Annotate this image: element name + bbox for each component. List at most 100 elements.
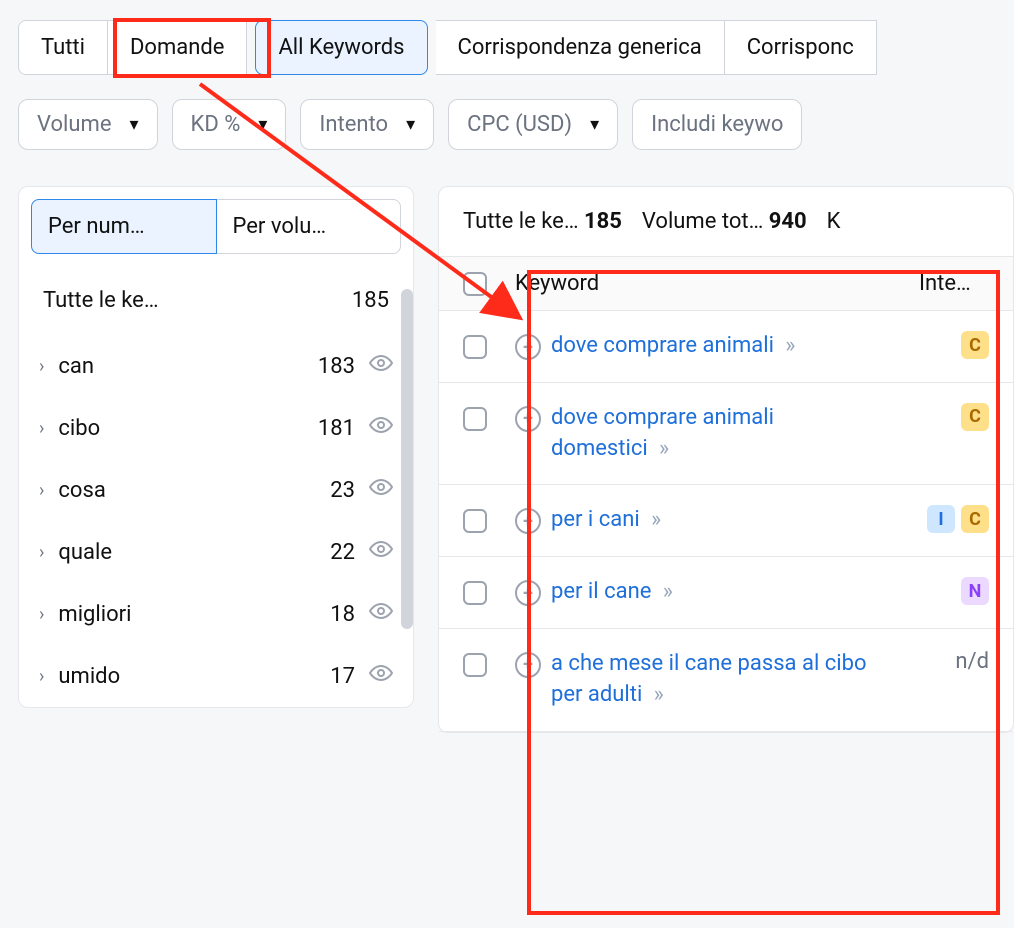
row-checkbox[interactable] [463,653,487,677]
group-term: quale [58,540,330,565]
column-keyword[interactable]: Keyword [515,271,919,296]
tab-domande[interactable]: Domande [108,20,247,75]
group-sort-tabs: Per num… Per volu… [19,187,413,266]
group-term: migliori [58,602,330,627]
keyword-link[interactable]: dove comprare animali domestici ›› [551,403,871,465]
group-count: 17 [330,664,355,689]
group-item[interactable]: ›quale22 [19,521,413,583]
column-intent[interactable]: Inte… [919,271,989,296]
eye-icon[interactable] [369,413,393,443]
keyword-link[interactable]: per il cane ›› [551,577,670,608]
chevron-right-icon: › [39,542,44,563]
chevrons-icon: ›› [651,507,658,532]
group-item[interactable]: › migliori18 [19,583,413,645]
intent-badge-c: C [961,505,989,533]
group-count: 18 [330,602,355,627]
intent-badge-n: N [961,577,989,605]
add-keyword-button[interactable]: + [515,334,541,360]
tab-match-2[interactable]: Corrisponc [725,20,877,75]
summary-volume-value: 940 [769,209,807,234]
group-tab-by-number[interactable]: Per num… [31,199,217,254]
eye-icon[interactable] [369,537,393,567]
keyword-group-list: ›can183›cibo181›cosa23›quale22›migliori1… [19,335,413,707]
keywords-table-panel: Tutte le ke… 185 Volume tot… 940 K Keywo… [438,186,1014,733]
table-row: + per il cane ›› N [439,557,1013,629]
filter-cpc-label: CPC (USD) [467,112,572,137]
keyword-link[interactable]: a che mese il cane passa al cibo per adu… [551,649,871,711]
intent-badge-i: I [927,505,955,533]
main-content: Per num… Per volu… Tutte le ke… 185 › can… [0,168,1014,733]
group-term: cosa [58,478,330,503]
add-keyword-button[interactable]: + [515,508,541,534]
eye-icon[interactable] [369,661,393,691]
chevron-right-icon: › [39,666,44,687]
filter-include-keywords[interactable]: Includi keywo [632,99,802,150]
chevrons-icon: ›› [663,579,670,604]
eye-icon[interactable] [369,599,393,629]
chevron-right-icon: › [39,604,44,625]
eye-icon[interactable] [369,475,393,505]
group-item[interactable]: › umido17 [19,645,413,707]
intent-badge-c: C [961,331,989,359]
add-keyword-button[interactable]: + [515,406,541,432]
group-item[interactable]: › can183 [19,335,413,397]
group-count: 183 [318,354,355,379]
summary-volume-label: Volume tot… [642,209,763,234]
row-checkbox[interactable] [463,335,487,359]
group-term: can [58,354,318,379]
row-checkbox[interactable] [463,581,487,605]
chevron-down-icon: ▾ [130,114,139,135]
add-keyword-button[interactable]: + [515,652,541,678]
tab-tutti[interactable]: Tutti [18,20,108,75]
filter-include-label: Includi keywo [651,112,783,137]
keyword-groups-panel: Per num… Per volu… Tutte le ke… 185 ›can… [18,186,414,708]
intent-cell: n/d [919,649,989,674]
chevrons-icon: ›› [654,682,661,707]
chevron-down-icon: ▾ [258,114,267,135]
table-row: + dove comprare animali domestici ›› C [439,383,1013,486]
filter-kd-label: KD % [191,112,241,137]
table-row: + a che mese il cane passa al cibo per ad… [439,629,1013,732]
table-header-row: Keyword Inte… [439,256,1013,311]
group-tab-by-volume[interactable]: Per volu… [217,199,402,254]
tab-broad-match[interactable]: Corrispondenza generica [436,20,725,75]
summary-all-label: Tutte le ke… [463,209,579,234]
tab-all-keywords[interactable]: All Keywords [255,20,427,75]
scrollbar[interactable] [401,289,413,629]
group-term: cibo [58,416,318,441]
summary-all-value: 185 [584,209,622,234]
table-row: + dove comprare animali ›› C [439,311,1013,383]
keyword-type-tabs: Tutti Domande All Keywords Corrispondenz… [0,0,1014,75]
keyword-link[interactable]: per i cani ›› [551,505,658,536]
intent-cell: C [919,331,989,359]
filter-volume-label: Volume [37,112,112,137]
intent-cell: N [919,577,989,605]
group-item[interactable]: › cosa23 [19,459,413,521]
group-count: 23 [330,478,355,503]
chevron-right-icon: › [39,356,44,377]
filter-volume[interactable]: Volume ▾ [18,99,158,150]
add-keyword-button[interactable]: + [515,580,541,606]
filter-kd[interactable]: KD % ▾ [172,99,287,150]
summary-k-label: K [827,209,841,234]
eye-icon[interactable] [369,351,393,381]
chevrons-icon: ›› [785,333,792,358]
chevron-down-icon: ▾ [590,114,599,135]
select-all-checkbox[interactable] [463,272,487,296]
table-summary: Tutte le ke… 185 Volume tot… 940 K [439,187,1013,256]
all-keywords-label: Tutte le ke… [43,288,159,313]
group-term: umido [58,664,330,689]
filter-intent[interactable]: Intento▾ [300,99,434,150]
keyword-link[interactable]: dove comprare animali ›› [551,331,793,362]
row-checkbox[interactable] [463,509,487,533]
filter-intent-label: Intento [319,112,388,137]
filters-row: Volume ▾ KD % ▾ Intento▾ CPC (USD) ▾ Includ… [0,75,1014,168]
group-count: 181 [318,416,355,441]
group-item[interactable]: ›cibo181 [19,397,413,459]
filter-cpc[interactable]: CPC (USD) ▾ [448,99,618,150]
chevron-right-icon: › [39,480,44,501]
intent-badge-c: C [961,403,989,431]
intent-cell: IC [919,505,989,533]
row-checkbox[interactable] [463,407,487,431]
intent-na: n/d [955,649,989,674]
